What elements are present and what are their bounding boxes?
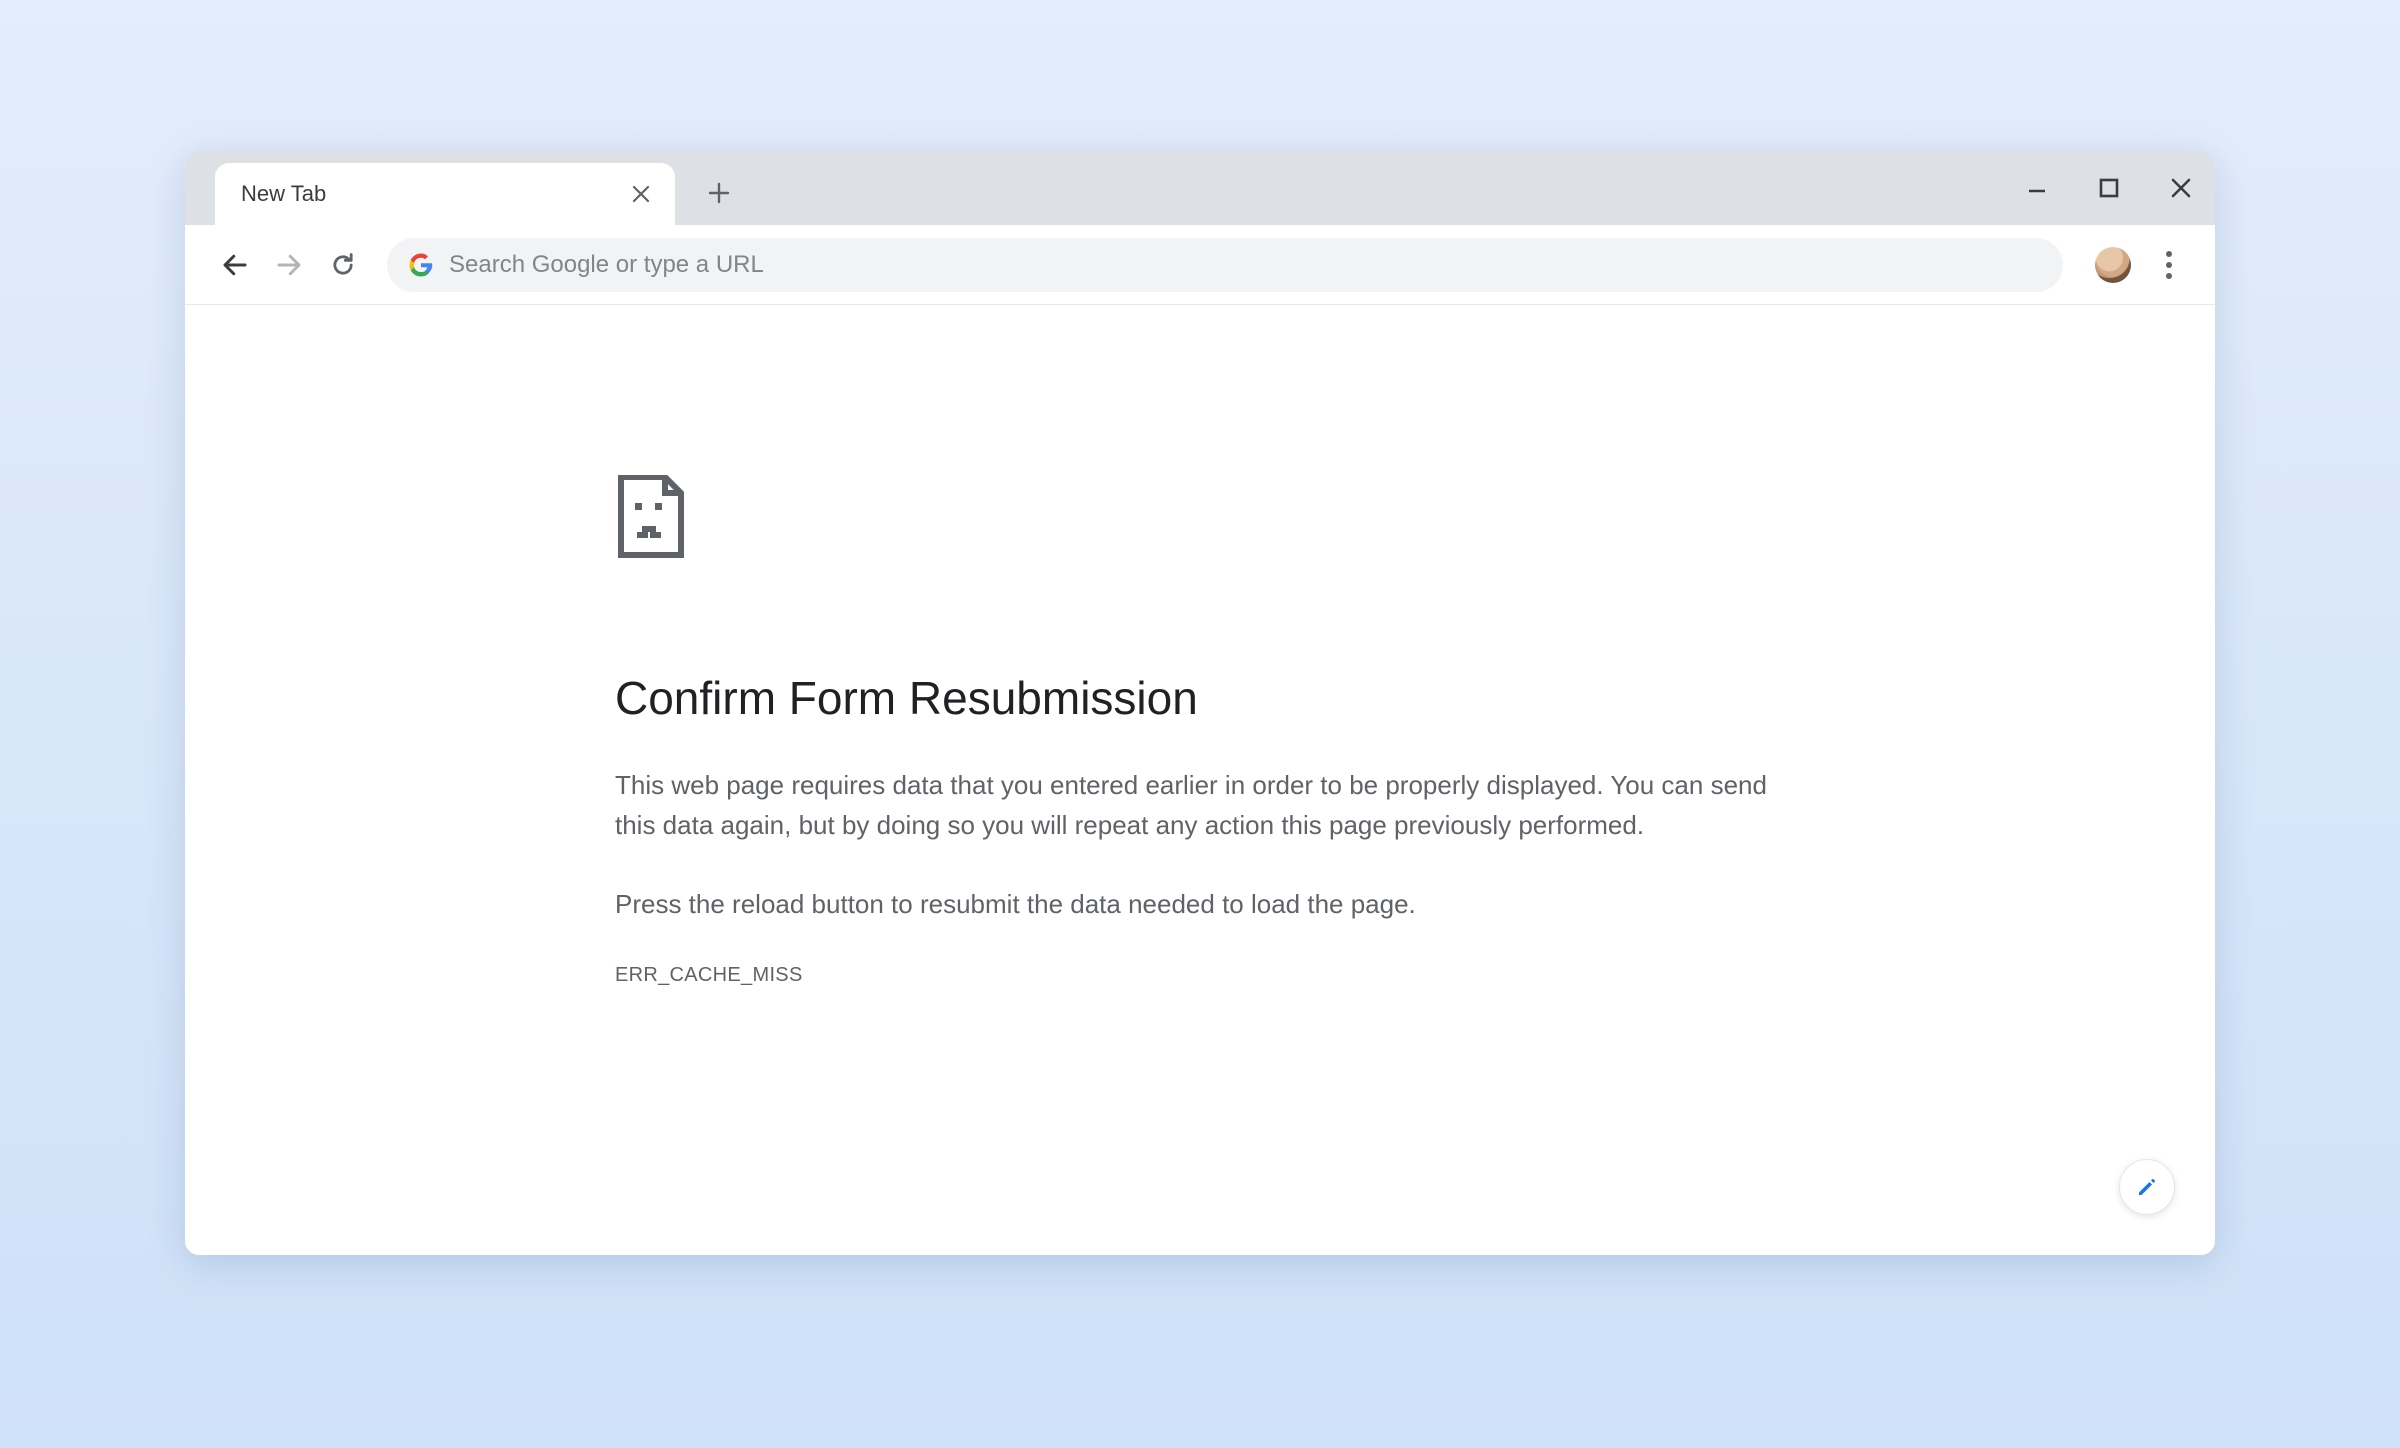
back-button[interactable] (215, 245, 255, 285)
kebab-dot-icon (2166, 273, 2172, 279)
close-icon (2170, 177, 2192, 199)
active-tab[interactable]: New Tab (215, 163, 675, 225)
arrow-right-icon (274, 250, 304, 280)
maximize-button[interactable] (2093, 172, 2125, 204)
profile-avatar[interactable] (2095, 247, 2131, 283)
reload-icon (329, 251, 357, 279)
more-menu-button[interactable] (2153, 245, 2185, 285)
minimize-icon (2026, 177, 2048, 199)
google-logo-icon (409, 253, 433, 277)
browser-window: New Tab (185, 150, 2215, 1255)
error-paragraph-1: This web page requires data that you ent… (615, 765, 1775, 846)
error-code: ERR_CACHE_MISS (615, 964, 1775, 987)
reload-button[interactable] (323, 245, 363, 285)
plus-icon (708, 182, 730, 204)
new-tab-button[interactable] (695, 169, 743, 217)
kebab-dot-icon (2166, 251, 2172, 257)
maximize-icon (2099, 178, 2119, 198)
error-title: Confirm Form Resubmission (615, 671, 1775, 725)
close-icon (632, 185, 650, 203)
sad-page-icon (615, 475, 1775, 561)
window-controls (2021, 150, 2197, 225)
tab-title: New Tab (241, 181, 627, 207)
minimize-button[interactable] (2021, 172, 2053, 204)
forward-button[interactable] (269, 245, 309, 285)
error-page: Confirm Form Resubmission This web page … (615, 475, 1775, 987)
kebab-dot-icon (2166, 262, 2172, 268)
content-area: Confirm Form Resubmission This web page … (185, 305, 2215, 1255)
arrow-left-icon (220, 250, 250, 280)
omnibox[interactable]: Search Google or type a URL (387, 238, 2063, 292)
toolbar: Search Google or type a URL (185, 225, 2215, 305)
pencil-icon (2135, 1175, 2159, 1199)
omnibox-placeholder: Search Google or type a URL (449, 251, 764, 279)
error-body: This web page requires data that you ent… (615, 765, 1775, 924)
customize-button[interactable] (2119, 1159, 2175, 1215)
tab-strip: New Tab (185, 150, 2215, 225)
error-paragraph-2: Press the reload button to resubmit the … (615, 884, 1775, 924)
close-window-button[interactable] (2165, 172, 2197, 204)
close-tab-button[interactable] (627, 180, 655, 208)
